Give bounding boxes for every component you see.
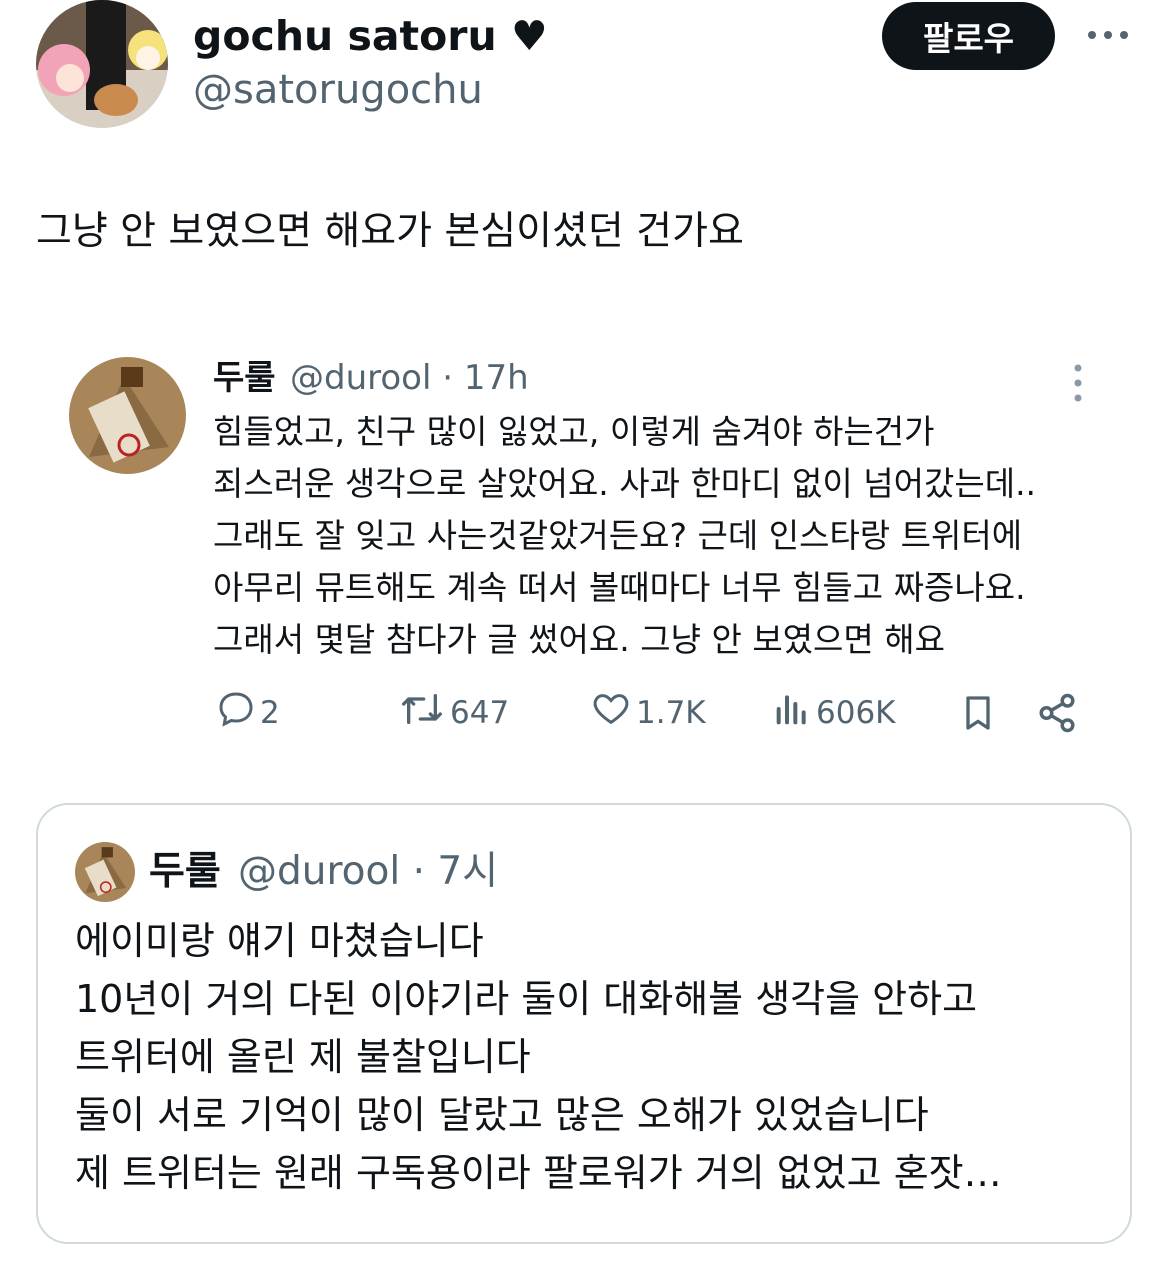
like-action: 1.7K	[590, 688, 706, 738]
embedded-tweet-line: 그래도 잘 잊고 사는것같았거든요? 근데 인스타랑 트위터에	[213, 516, 1023, 555]
retweet-icon	[398, 689, 450, 737]
reply-action: 2	[216, 688, 280, 738]
quoted-tweet-body: 에이미랑 얘기 마쳤습니다 10년이 거의 다된 이야기라 둘이 대화해볼 생각…	[75, 912, 1115, 1202]
tweet-text: 그냥 안 보였으면 해요가 본심이셨던 건가요	[36, 209, 744, 254]
quoted-tweet-avatar	[75, 842, 135, 902]
quoted-tweet-line: 제 트위터는 원래 구독용이라 팔로워가 거의 없었고 혼잣…	[75, 1151, 1002, 1195]
embedded-tweet-body: 힘들었고, 친구 많이 잃었고, 이렇게 숨겨야 하는건가 죄스러운 생각으로 …	[213, 406, 1113, 666]
embedded-tweet-line: 죄스러운 생각으로 살았어요. 사과 한마디 없이 넘어갔는데..	[213, 464, 1037, 503]
quoted-tweet-name: 두룰	[149, 849, 221, 894]
author-handle[interactable]: @satorugochu	[193, 64, 483, 116]
author-avatar[interactable]	[36, 0, 168, 128]
embedded-tweet-avatar	[69, 357, 186, 474]
quoted-tweet-line: 에이미랑 얘기 마쳤습니다	[75, 919, 484, 963]
quoted-tweet-line: 트위터에 올린 제 불찰입니다	[75, 1035, 531, 1079]
like-count: 1.7K	[636, 695, 706, 731]
retweet-action: 647	[398, 688, 509, 738]
embedded-tweet-line: 힘들었고, 친구 많이 잃었고, 이렇게 숨겨야 하는건가	[213, 412, 935, 451]
retweet-count: 647	[450, 695, 510, 731]
vertical-more-icon	[1066, 362, 1090, 404]
author-display-name[interactable]: gochu satoru ♥	[193, 10, 548, 62]
views-count: 606K	[816, 695, 896, 731]
embedded-tweet-handle: @durool · 17h	[290, 358, 529, 398]
embedded-tweet-line: 그래서 몇달 참다가 글 썼어요. 그냥 안 보였으면 해요	[213, 620, 945, 659]
like-icon	[590, 689, 636, 737]
reply-icon	[216, 689, 260, 737]
follow-button[interactable]: 팔로우	[882, 2, 1055, 70]
quoted-tweet-line: 10년이 거의 다된 이야기라 둘이 대화해볼 생각을 안하고	[75, 977, 978, 1021]
embedded-tweet-line: 아무리 뮤트해도 계속 떠서 볼때마다 너무 힘들고 짜증나요.	[213, 568, 1026, 607]
quoted-tweet-handle: @durool · 7시	[238, 849, 499, 894]
share-icon	[1036, 688, 1082, 738]
more-options-icon[interactable]	[1084, 24, 1132, 46]
bookmark-icon	[958, 688, 1002, 738]
views-action: 606K	[772, 688, 896, 738]
embedded-tweet-name: 두룰	[213, 358, 276, 398]
views-icon	[772, 689, 816, 737]
quoted-tweet-line: 둘이 서로 기억이 많이 달랐고 많은 오해가 있었습니다	[75, 1093, 929, 1137]
reply-count: 2	[260, 695, 280, 731]
